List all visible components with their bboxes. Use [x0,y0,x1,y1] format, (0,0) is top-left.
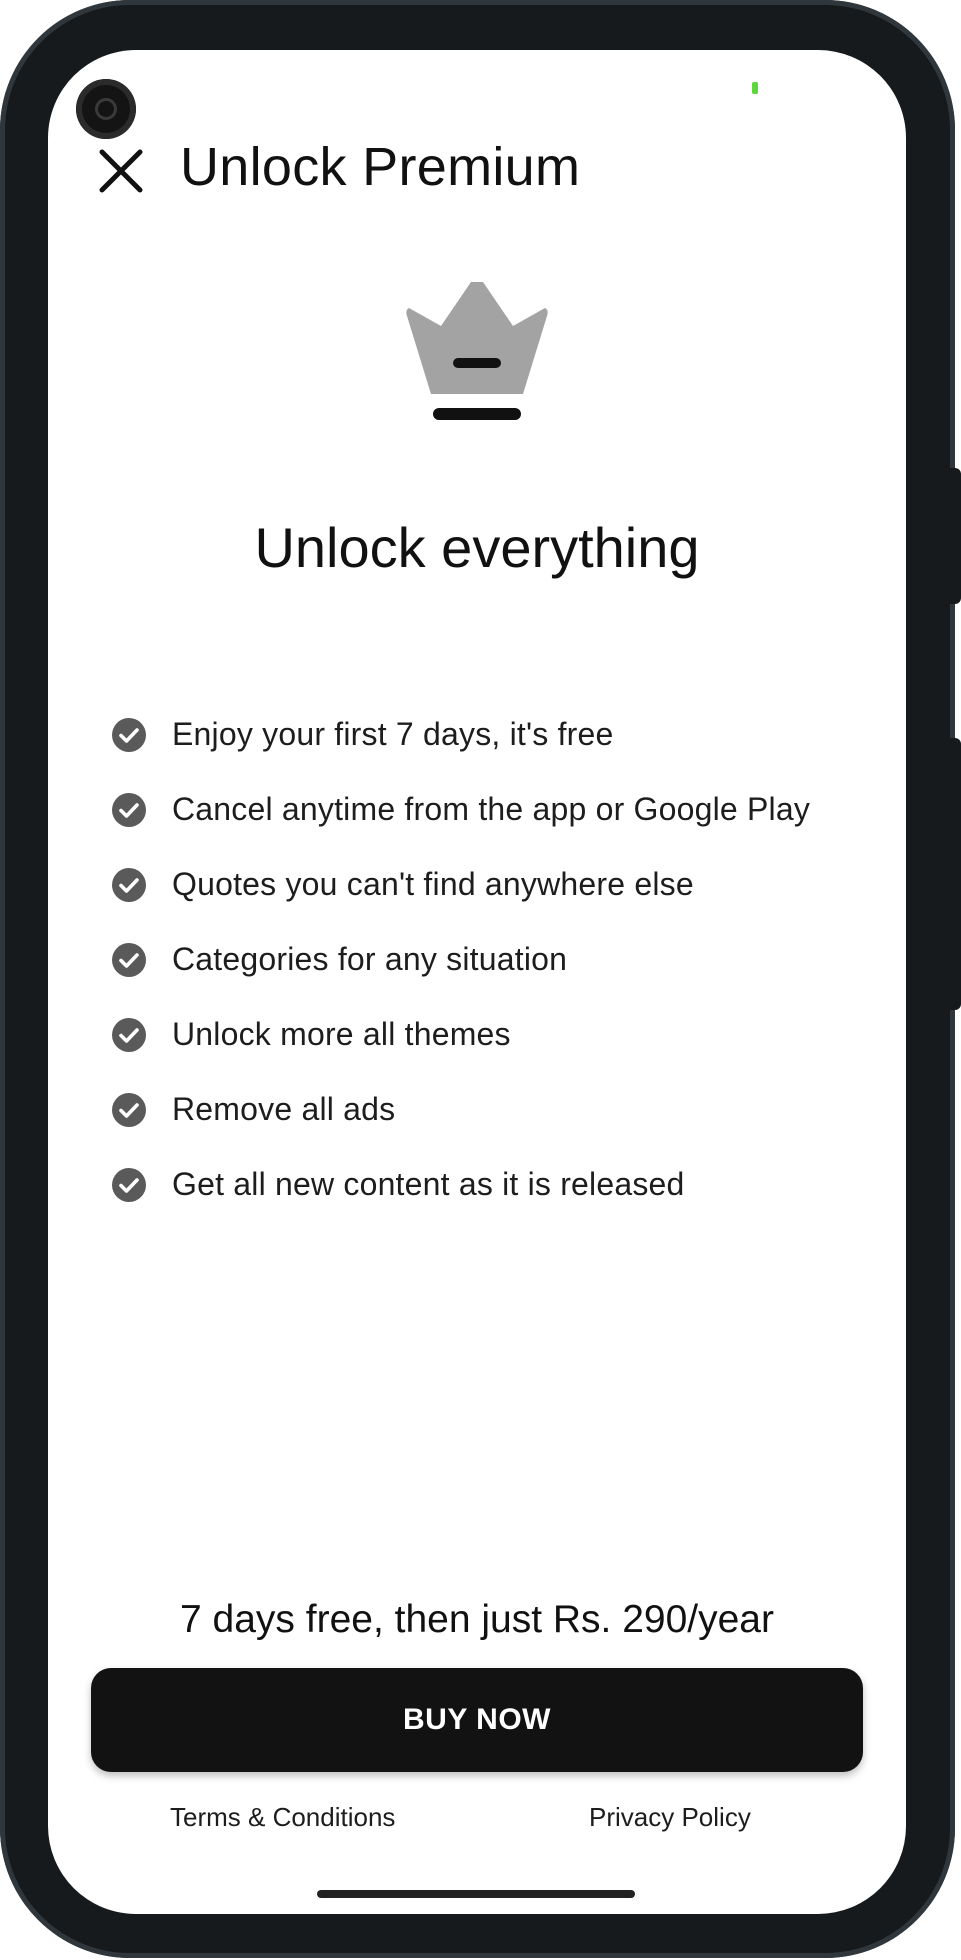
buy-now-button[interactable]: BUY NOW [91,1668,863,1772]
check-circle-icon [112,717,146,752]
check-circle-icon [112,942,146,977]
feature-text: Remove all ads [172,1091,396,1127]
feature-text: Enjoy your first 7 days, it's free [172,716,614,752]
privacy-policy-link[interactable]: Privacy Policy [589,1802,751,1833]
feature-item: Categories for any situation [112,937,852,982]
feature-list: Enjoy your first 7 days, it's free Cancel… [112,712,852,1237]
feature-item: Enjoy your first 7 days, it's free [112,712,852,757]
check-circle-icon [112,867,146,902]
feature-item: Quotes you can't find anywhere else [112,862,852,907]
camera-indicator-dot [752,82,758,94]
feature-text: Categories for any situation [172,941,568,977]
feature-item: Cancel anytime from the app or Google Pl… [112,787,852,832]
close-button[interactable] [96,146,146,196]
volume-button [950,468,961,604]
front-camera [76,79,136,139]
feature-item: Unlock more all themes [112,1012,852,1057]
feature-text: Unlock more all themes [172,1016,511,1052]
home-indicator[interactable] [317,1890,635,1898]
price-text: 7 days free, then just Rs. 290/year [180,1598,774,1641]
check-circle-icon [112,1017,146,1052]
crown-icon [405,280,549,424]
feature-text: Quotes you can't find anywhere else [172,866,694,902]
headline: Unlock everything [254,516,700,579]
power-button [950,738,961,1010]
close-icon [99,149,143,193]
feature-item: Get all new content as it is released [112,1162,852,1207]
check-circle-icon [112,1167,146,1202]
page-title: Unlock Premium [180,137,581,197]
terms-link[interactable]: Terms & Conditions [170,1802,395,1833]
check-circle-icon [112,1092,146,1127]
feature-text: Cancel anytime from the app or Google Pl… [172,791,811,827]
feature-item: Remove all ads [112,1087,852,1132]
check-circle-icon [112,792,146,827]
feature-text: Get all new content as it is released [172,1166,685,1202]
screen: Unlock Premium Unlock everything Enjoy y… [48,50,906,1914]
